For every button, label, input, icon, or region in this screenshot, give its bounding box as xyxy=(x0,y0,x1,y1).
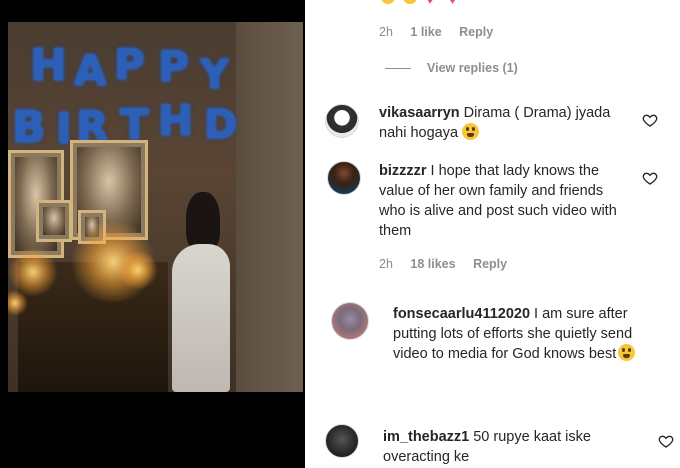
avatar[interactable] xyxy=(325,424,359,458)
reaction-emoji-row: ♥ ♥ xyxy=(381,0,466,9)
comment-body: vikasaarryn Dirama ( Drama) jyada nahi ho… xyxy=(379,103,639,143)
like-heart-icon[interactable] xyxy=(642,112,658,128)
comment-time: 2h xyxy=(379,257,393,271)
view-replies-label: View replies (1) xyxy=(427,61,518,75)
comments-panel: ♥ ♥ 2h 1 like Reply View replies (1) vik… xyxy=(305,0,680,468)
comment-username[interactable]: vikasaarryn xyxy=(379,105,460,121)
comment-meta: 2h 18 likes Reply xyxy=(379,257,521,271)
post-photo[interactable]: H A P P Y B I R T H D xyxy=(0,0,305,468)
comment-time: 2h xyxy=(379,25,393,39)
red-heart-icon: ♥ xyxy=(426,0,440,6)
avatar[interactable] xyxy=(331,302,369,340)
comment-body: bizzzzr I hope that lady knows the value … xyxy=(379,161,629,241)
avatar[interactable] xyxy=(325,104,359,138)
reply-button[interactable]: Reply xyxy=(473,257,507,271)
woman-figure xyxy=(168,192,232,392)
smiling-face-icon xyxy=(381,0,395,4)
like-heart-icon[interactable] xyxy=(658,433,674,449)
red-heart-icon: ♥ xyxy=(448,0,462,6)
portrait-frame-small xyxy=(36,200,72,242)
avatar[interactable] xyxy=(327,161,361,195)
comment-meta: 2h 1 like Reply xyxy=(379,25,507,39)
reply-button[interactable]: Reply xyxy=(459,25,493,39)
comment-username[interactable]: fonsecaarlu4112020 xyxy=(393,306,530,322)
comment-body: im_thebazz1 50 rupye kaat iske overacting… xyxy=(383,427,628,467)
view-replies-button[interactable]: View replies (1) xyxy=(385,61,518,75)
candle-glow xyxy=(118,250,158,290)
divider-line xyxy=(385,68,411,70)
comment-username[interactable]: im_thebazz1 xyxy=(383,429,469,445)
comment-username[interactable]: bizzzzr xyxy=(379,163,427,179)
hushed-face-icon xyxy=(618,344,636,361)
comment-likes[interactable]: 18 likes xyxy=(410,257,455,271)
smiling-face-icon xyxy=(403,0,418,4)
birthday-altar-photo: H A P P Y B I R T H D xyxy=(8,22,303,392)
weary-face-icon xyxy=(462,123,480,140)
comment-likes[interactable]: 1 like xyxy=(410,25,441,39)
photo-doorway xyxy=(236,22,303,392)
comment-body: fonsecaarlu4112020 I am sure after puttin… xyxy=(393,304,661,364)
like-heart-icon[interactable] xyxy=(642,170,658,186)
